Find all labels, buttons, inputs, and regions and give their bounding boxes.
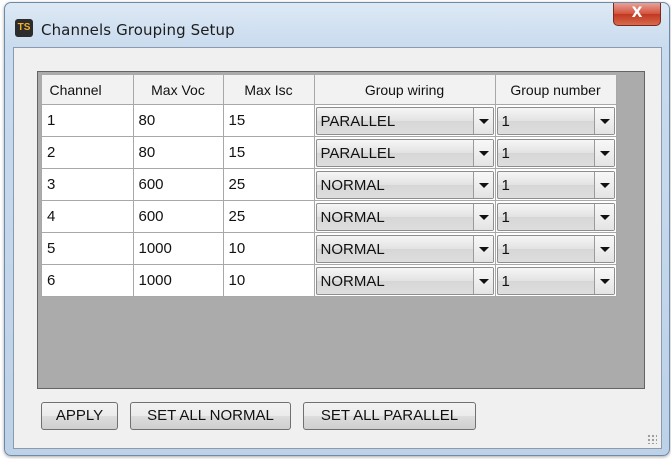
cell-max-isc[interactable]: 25 (222, 168, 315, 201)
group-wiring-select-cell: NORMAL (313, 168, 496, 201)
chevron-down-icon[interactable] (472, 107, 493, 134)
cell-max-voc[interactable]: 600 (132, 168, 224, 201)
group-wiring-select[interactable]: NORMAL (315, 202, 494, 231)
table-row[interactable]: 1 80 15 PARALLEL 1 (41, 104, 617, 137)
col-header-max-isc[interactable]: Max Isc (223, 75, 315, 105)
group-number-select[interactable]: 1 (496, 170, 615, 199)
cell-max-voc[interactable]: 1000 (132, 264, 224, 297)
apply-button[interactable]: APPLY (41, 402, 118, 430)
cell-max-voc[interactable]: 80 (132, 104, 224, 137)
resize-grip-icon[interactable] (647, 434, 657, 444)
group-number-select[interactable]: 1 (496, 266, 615, 295)
group-wiring-select-value: NORMAL (320, 272, 385, 290)
cell-channel[interactable]: 2 (41, 136, 134, 169)
chevron-down-icon[interactable] (472, 267, 493, 294)
group-wiring-select-value: NORMAL (320, 240, 385, 258)
group-wiring-select[interactable]: PARALLEL (315, 106, 494, 135)
group-number-select[interactable]: 1 (496, 202, 615, 231)
group-number-select-value: 1 (501, 144, 510, 162)
table-row[interactable]: 6 1000 10 NORMAL 1 (41, 264, 617, 297)
app-logo-icon: TS (15, 19, 33, 37)
group-wiring-select-cell: PARALLEL (313, 104, 496, 137)
table-row[interactable]: 5 1000 10 NORMAL 1 (41, 232, 617, 265)
group-number-select-value: 1 (501, 176, 510, 194)
dialog-window: TS Channels Grouping Setup X Channel Max… (4, 2, 670, 456)
group-wiring-select[interactable]: NORMAL (315, 234, 494, 263)
cell-max-voc[interactable]: 600 (132, 200, 224, 233)
col-header-group-wiring[interactable]: Group wiring (314, 75, 496, 105)
chevron-down-icon[interactable] (593, 203, 614, 230)
group-wiring-select-cell: NORMAL (313, 264, 496, 297)
group-wiring-select-cell: PARALLEL (313, 136, 496, 169)
chevron-down-icon[interactable] (472, 139, 493, 166)
close-button[interactable]: X (613, 3, 661, 26)
col-header-max-voc[interactable]: Max Voc (133, 75, 224, 105)
group-number-select-cell: 1 (494, 264, 617, 297)
group-wiring-select-value: PARALLEL (320, 112, 396, 130)
set-all-normal-button[interactable]: SET ALL NORMAL (130, 402, 291, 430)
group-wiring-select-cell: NORMAL (313, 232, 496, 265)
group-wiring-select[interactable]: PARALLEL (315, 138, 494, 167)
cell-channel[interactable]: 4 (41, 200, 134, 233)
group-number-select-cell: 1 (494, 168, 617, 201)
cell-channel[interactable]: 5 (41, 232, 134, 265)
group-number-select-cell: 1 (494, 200, 617, 233)
chevron-down-icon[interactable] (593, 171, 614, 198)
cell-max-isc[interactable]: 25 (222, 200, 315, 233)
cell-max-voc[interactable]: 1000 (132, 232, 224, 265)
group-wiring-select-cell: NORMAL (313, 200, 496, 233)
chevron-down-icon[interactable] (472, 203, 493, 230)
chevron-down-icon[interactable] (593, 107, 614, 134)
group-number-select-value: 1 (501, 240, 510, 258)
group-number-select-value: 1 (501, 112, 510, 130)
title-bar[interactable]: TS Channels Grouping Setup X (5, 3, 669, 47)
cell-channel[interactable]: 1 (41, 104, 134, 137)
group-number-select[interactable]: 1 (496, 138, 615, 167)
group-number-select-value: 1 (501, 272, 510, 290)
cell-channel[interactable]: 6 (41, 264, 134, 297)
group-number-select-value: 1 (501, 208, 510, 226)
col-header-group-number[interactable]: Group number (495, 75, 617, 105)
chevron-down-icon[interactable] (472, 171, 493, 198)
chevron-down-icon[interactable] (593, 139, 614, 166)
group-number-select-cell: 1 (494, 136, 617, 169)
header-row: Channel Max Voc Max Isc Group wiring Gro… (41, 75, 617, 105)
group-number-select[interactable]: 1 (496, 106, 615, 135)
group-wiring-select[interactable]: NORMAL (315, 170, 494, 199)
chevron-down-icon[interactable] (593, 267, 614, 294)
cell-max-isc[interactable]: 10 (222, 264, 315, 297)
group-number-select-cell: 1 (494, 232, 617, 265)
col-header-channel[interactable]: Channel (41, 75, 134, 105)
window-title: Channels Grouping Setup (41, 21, 235, 39)
dialog-body: Channel Max Voc Max Isc Group wiring Gro… (13, 47, 662, 449)
group-wiring-select[interactable]: NORMAL (315, 266, 494, 295)
group-wiring-select-value: PARALLEL (320, 144, 396, 162)
table-row[interactable]: 3 600 25 NORMAL 1 (41, 168, 617, 201)
cell-max-isc[interactable]: 15 (222, 136, 315, 169)
channels-grid: Channel Max Voc Max Isc Group wiring Gro… (37, 71, 645, 389)
cell-max-voc[interactable]: 80 (132, 136, 224, 169)
group-wiring-select-value: NORMAL (320, 208, 385, 226)
channels-table: Channel Max Voc Max Isc Group wiring Gro… (41, 75, 617, 297)
group-wiring-select-value: NORMAL (320, 176, 385, 194)
chevron-down-icon[interactable] (472, 235, 493, 262)
cell-channel[interactable]: 3 (41, 168, 134, 201)
table-row[interactable]: 4 600 25 NORMAL 1 (41, 200, 617, 233)
group-number-select-cell: 1 (494, 104, 617, 137)
group-number-select[interactable]: 1 (496, 234, 615, 263)
cell-max-isc[interactable]: 10 (222, 232, 315, 265)
set-all-parallel-button[interactable]: SET ALL PARALLEL (303, 402, 476, 430)
table-row[interactable]: 2 80 15 PARALLEL 1 (41, 136, 617, 169)
chevron-down-icon[interactable] (593, 235, 614, 262)
cell-max-isc[interactable]: 15 (222, 104, 315, 137)
